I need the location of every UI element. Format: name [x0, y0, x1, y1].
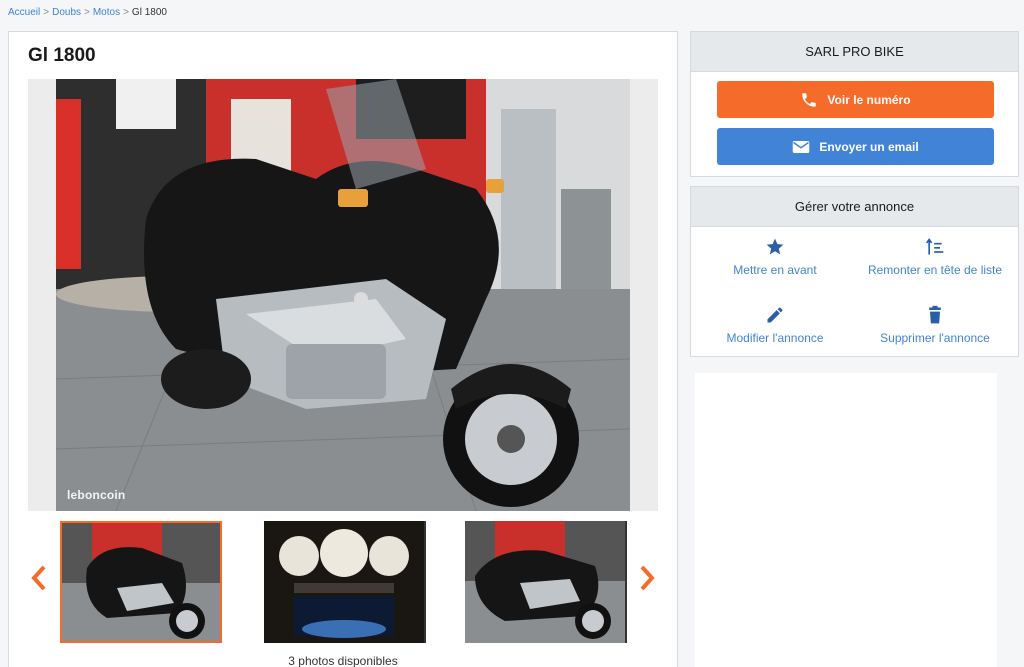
- motorcycle-photo-illustration: [56, 79, 630, 511]
- thumbnail-image: [62, 523, 220, 641]
- edit-ad-action[interactable]: Modifier l'annonce: [693, 305, 857, 347]
- send-email-label: Envoyer un email: [819, 139, 919, 154]
- next-photo-button[interactable]: [636, 565, 658, 595]
- thumbnail-3[interactable]: [465, 521, 627, 643]
- manage-ad-panel: Gérer votre annonce Mettre en avant Remo…: [690, 186, 1019, 357]
- breadcrumb-separator: >: [84, 7, 90, 18]
- advertisement-placeholder: [695, 373, 997, 667]
- breadcrumb-link-motos[interactable]: Motos: [93, 7, 120, 18]
- breadcrumb-separator: >: [123, 7, 129, 18]
- watermark: leboncoin: [67, 488, 126, 502]
- ad-card: Gl 1800 leboncoin 3 photos disponibles: [8, 31, 678, 667]
- thumbnail-image: [264, 521, 424, 643]
- sort-up-icon: [853, 237, 1017, 259]
- edit-ad-label: Modifier l'annonce: [726, 331, 824, 345]
- delete-ad-label: Supprimer l'annonce: [880, 331, 990, 345]
- breadcrumb-current: Gl 1800: [131, 7, 167, 18]
- thumbnail-1[interactable]: [60, 521, 222, 643]
- pencil-icon: [693, 305, 857, 327]
- thumbnail-strip: [28, 521, 658, 645]
- envelope-icon: [792, 140, 810, 154]
- delete-ad-action[interactable]: Supprimer l'annonce: [853, 305, 1017, 347]
- trash-icon: [853, 305, 1017, 327]
- breadcrumb-separator: >: [43, 7, 50, 18]
- send-email-button[interactable]: Envoyer un email: [717, 128, 994, 165]
- bump-ad-action[interactable]: Remonter en tête de liste: [853, 237, 1017, 279]
- chevron-right-icon: [640, 565, 655, 591]
- photo-viewer: leboncoin: [28, 79, 658, 511]
- feature-ad-action[interactable]: Mettre en avant: [693, 237, 857, 279]
- previous-photo-button[interactable]: [28, 565, 50, 595]
- phone-icon: [800, 91, 818, 109]
- thumbnail-image: [465, 521, 625, 643]
- chevron-left-icon: [31, 565, 46, 591]
- seller-panel: SARL PRO BIKE Voir le numéro Envoyer un …: [690, 31, 1019, 177]
- show-phone-button[interactable]: Voir le numéro: [717, 81, 994, 118]
- manage-ad-title: Gérer votre annonce: [691, 187, 1018, 227]
- breadcrumb-link-accueil[interactable]: Accueil: [8, 7, 40, 18]
- breadcrumb-link-doubs[interactable]: Doubs: [52, 7, 81, 18]
- bump-ad-label: Remonter en tête de liste: [867, 263, 1003, 277]
- thumbnail-2[interactable]: [264, 521, 426, 643]
- main-photo[interactable]: leboncoin: [56, 79, 630, 511]
- ad-title: Gl 1800: [28, 45, 96, 66]
- breadcrumb: Accueil > Doubs > Motos > Gl 1800: [8, 7, 167, 18]
- star-icon: [693, 237, 857, 259]
- show-phone-label: Voir le numéro: [827, 92, 911, 107]
- photo-count: 3 photos disponibles: [288, 654, 398, 667]
- feature-ad-label: Mettre en avant: [733, 263, 817, 277]
- seller-name: SARL PRO BIKE: [691, 32, 1018, 72]
